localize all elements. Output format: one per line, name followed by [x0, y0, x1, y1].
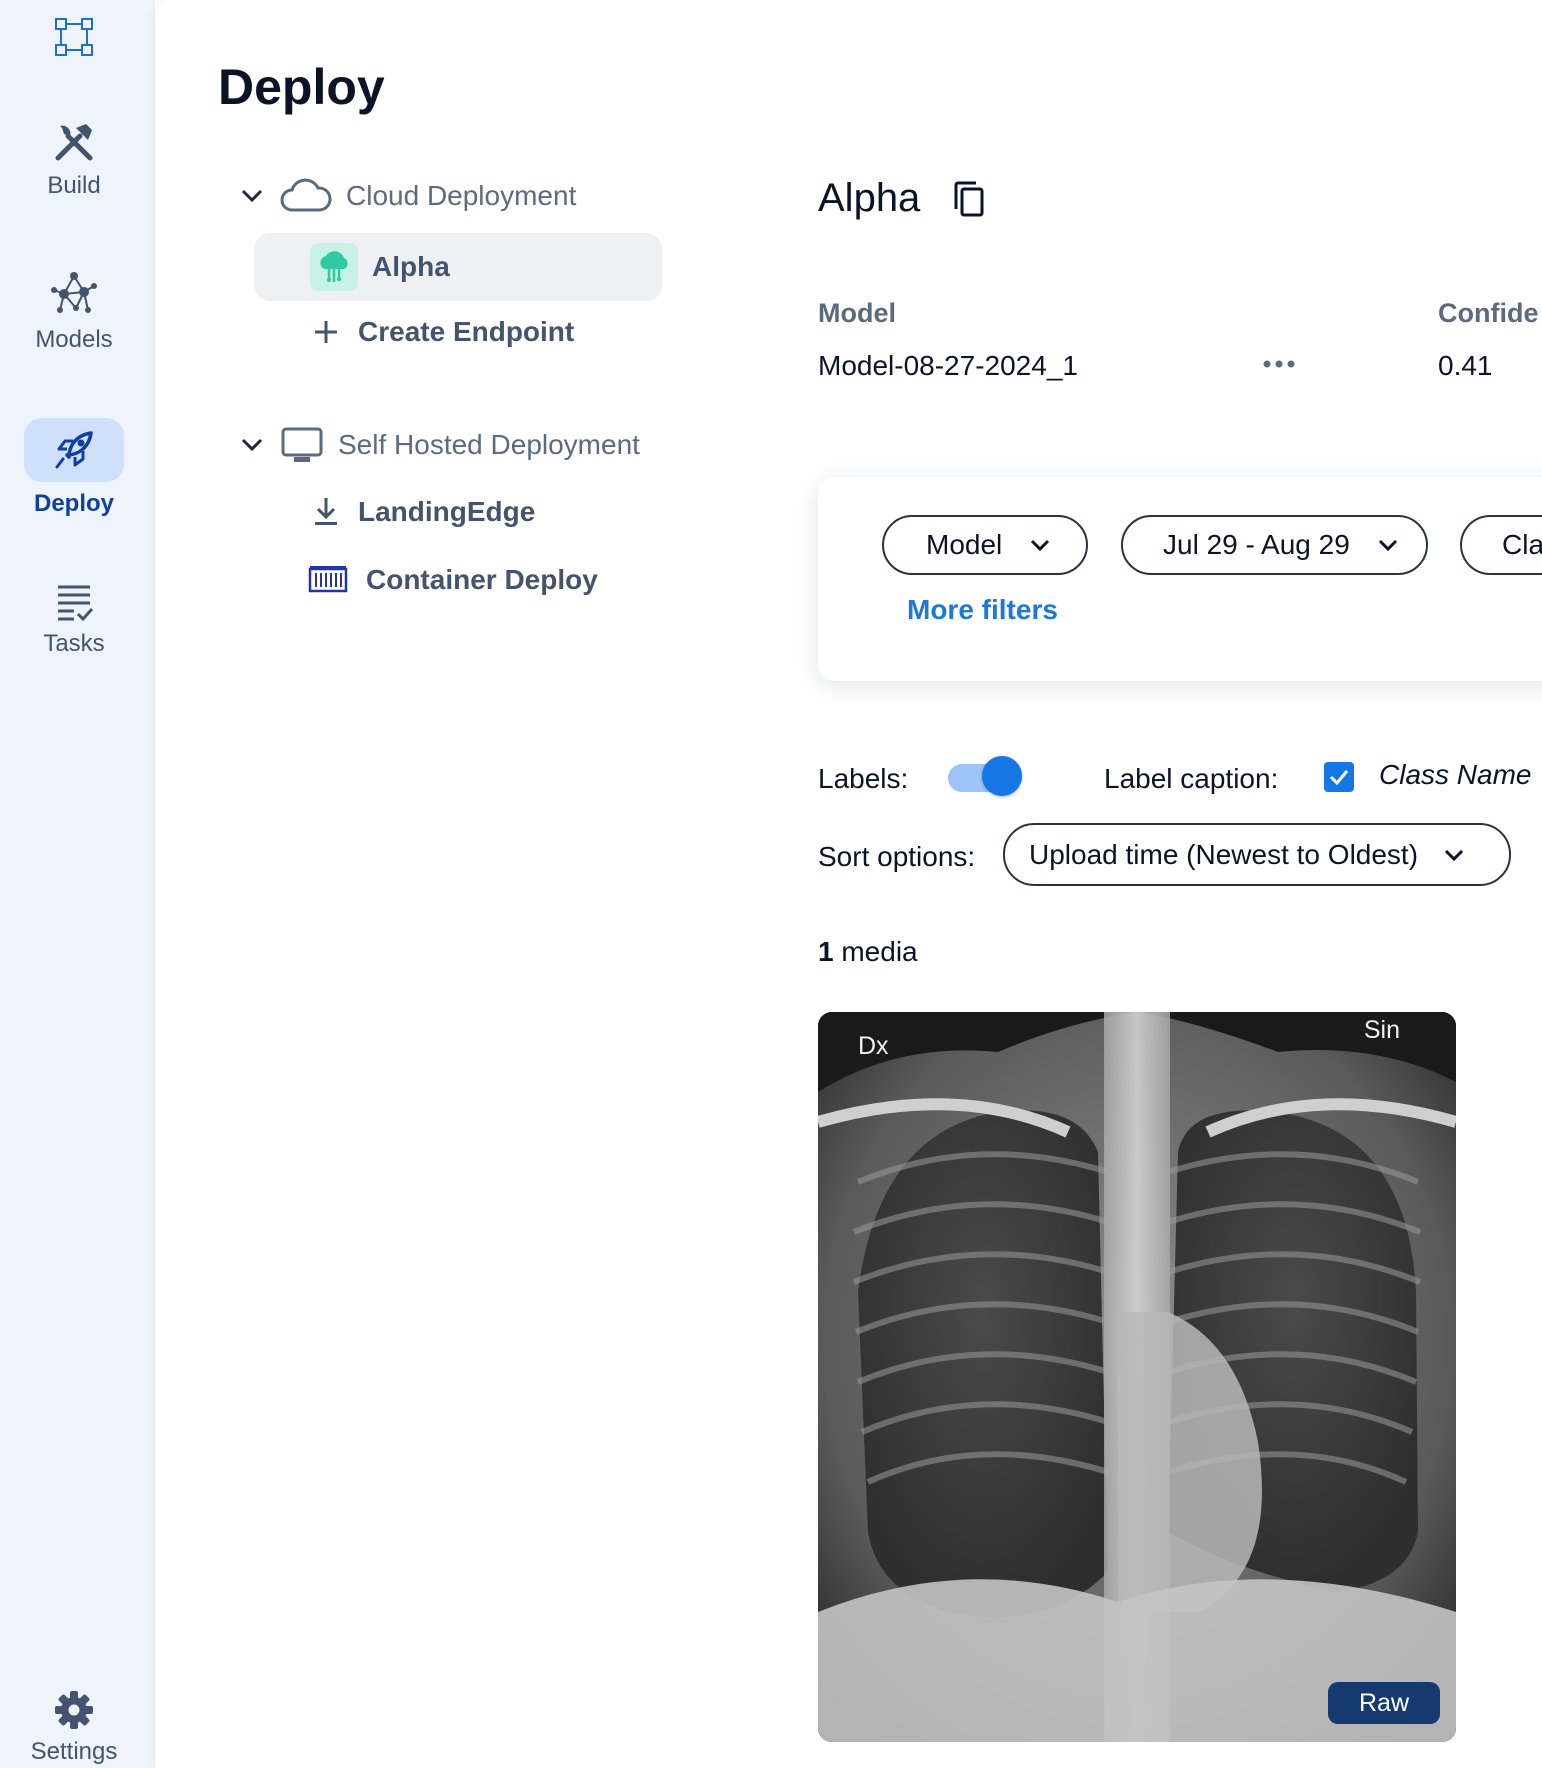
download-icon — [315, 498, 337, 525]
more-options-icon[interactable] — [1262, 356, 1296, 372]
date-range-dropdown[interactable]: Jul 29 - Aug 29 — [1121, 515, 1428, 575]
model-filter-label: Model — [926, 529, 1003, 560]
tree-item-landingedge[interactable]: LandingEdge — [312, 496, 535, 528]
nav-item-label: Models — [35, 326, 113, 353]
cloud-endpoint-icon — [320, 251, 348, 283]
create-endpoint-label: Create Endpoint — [358, 316, 575, 347]
raw-badge: Raw — [1328, 1682, 1440, 1724]
endpoint-title: Alpha — [818, 176, 921, 220]
nav-item-label: Deploy — [33, 490, 114, 517]
tree-item-label: LandingEdge — [358, 496, 536, 527]
side-nav: Build Models Deploy Tasks Settings — [0, 0, 155, 1768]
cloud-icon — [280, 178, 332, 212]
chevron-down-icon — [241, 438, 263, 452]
chest-xray-image — [818, 1012, 1456, 1742]
tree-group-label: Self Hosted Deployment — [338, 429, 640, 460]
monitor-icon — [281, 427, 323, 462]
xray-marker-right: Sin — [1363, 1016, 1400, 1044]
tasks-list-icon — [58, 585, 94, 622]
media-count-suffix: media — [841, 936, 918, 967]
build-tools-icon — [55, 124, 93, 161]
chevron-down-icon — [1444, 849, 1464, 861]
tree-item-label: Container Deploy — [366, 564, 598, 595]
media-count: 1 media — [818, 936, 918, 968]
create-endpoint-button[interactable]: Create Endpoint — [312, 316, 574, 348]
more-filters-link[interactable]: More filters — [907, 594, 1058, 626]
logo-frame-icon — [55, 18, 93, 56]
date-range-label: Jul 29 - Aug 29 — [1163, 529, 1350, 560]
page-title: Deploy — [218, 59, 385, 115]
tree-item-container-deploy[interactable]: Container Deploy — [308, 564, 598, 596]
chevron-down-icon — [241, 189, 263, 203]
model-heading: Model — [818, 298, 896, 328]
nav-item-label: Settings — [30, 1738, 118, 1765]
rocket-icon — [55, 431, 93, 469]
media-count-number: 1 — [818, 936, 834, 967]
model-value: Model-08-27-2024_1 — [818, 350, 1078, 381]
tree-group-self-hosted[interactable]: Self Hosted Deployment — [238, 426, 640, 464]
endpoint-logo — [310, 243, 358, 291]
nav-item-models[interactable]: Models — [0, 270, 148, 354]
confidence-heading: Confide — [1438, 298, 1539, 328]
label-caption-checkbox[interactable] — [1324, 762, 1354, 792]
chevron-down-icon — [1031, 539, 1050, 552]
tree-item-alpha[interactable]: Alpha — [254, 233, 662, 301]
tree-group-cloud[interactable]: Cloud Deployment — [238, 178, 576, 214]
tree-group-label: Cloud Deployment — [346, 180, 577, 211]
copy-icon[interactable] — [952, 180, 986, 218]
nav-active-indicator — [24, 418, 124, 482]
sort-options-dropdown[interactable]: Upload time (Newest to Oldest) — [1003, 823, 1511, 886]
model-filter-dropdown[interactable]: Model — [882, 515, 1088, 575]
media-card[interactable]: Dx Sin Raw — [818, 1012, 1456, 1742]
labels-toggle[interactable] — [948, 756, 1022, 798]
nav-item-tasks[interactable]: Tasks — [0, 582, 148, 658]
labels-label: Labels: — [818, 763, 909, 794]
label-caption-value: Class Name — [1379, 759, 1532, 790]
toggle-thumb — [982, 756, 1022, 796]
nav-item-label: Build — [47, 172, 101, 199]
sort-options-value: Upload time (Newest to Oldest) — [1029, 838, 1419, 870]
label-caption-label: Label caption: — [1104, 763, 1279, 794]
nav-item-label: Tasks — [43, 630, 105, 657]
nav-item-build[interactable]: Build — [0, 120, 148, 200]
nav-item-settings[interactable]: Settings — [0, 1690, 148, 1766]
models-network-icon — [51, 272, 97, 313]
checkmark-icon — [1329, 770, 1349, 786]
gear-icon — [55, 1691, 93, 1729]
filter-card — [818, 477, 1542, 681]
chevron-down-icon — [1378, 539, 1397, 552]
plus-icon — [315, 321, 337, 343]
sort-options-label: Sort options: — [818, 841, 976, 872]
nav-item-deploy[interactable]: Deploy — [0, 418, 148, 518]
confidence-value: 0.41 — [1438, 350, 1493, 381]
tree-item-label: Alpha — [372, 251, 450, 282]
container-icon — [308, 566, 348, 593]
class-filter-label: Cla — [1502, 529, 1542, 560]
class-filter-dropdown[interactable]: Cla — [1460, 515, 1542, 575]
logo[interactable] — [0, 16, 148, 58]
xray-marker-left: Dx — [858, 1032, 889, 1060]
